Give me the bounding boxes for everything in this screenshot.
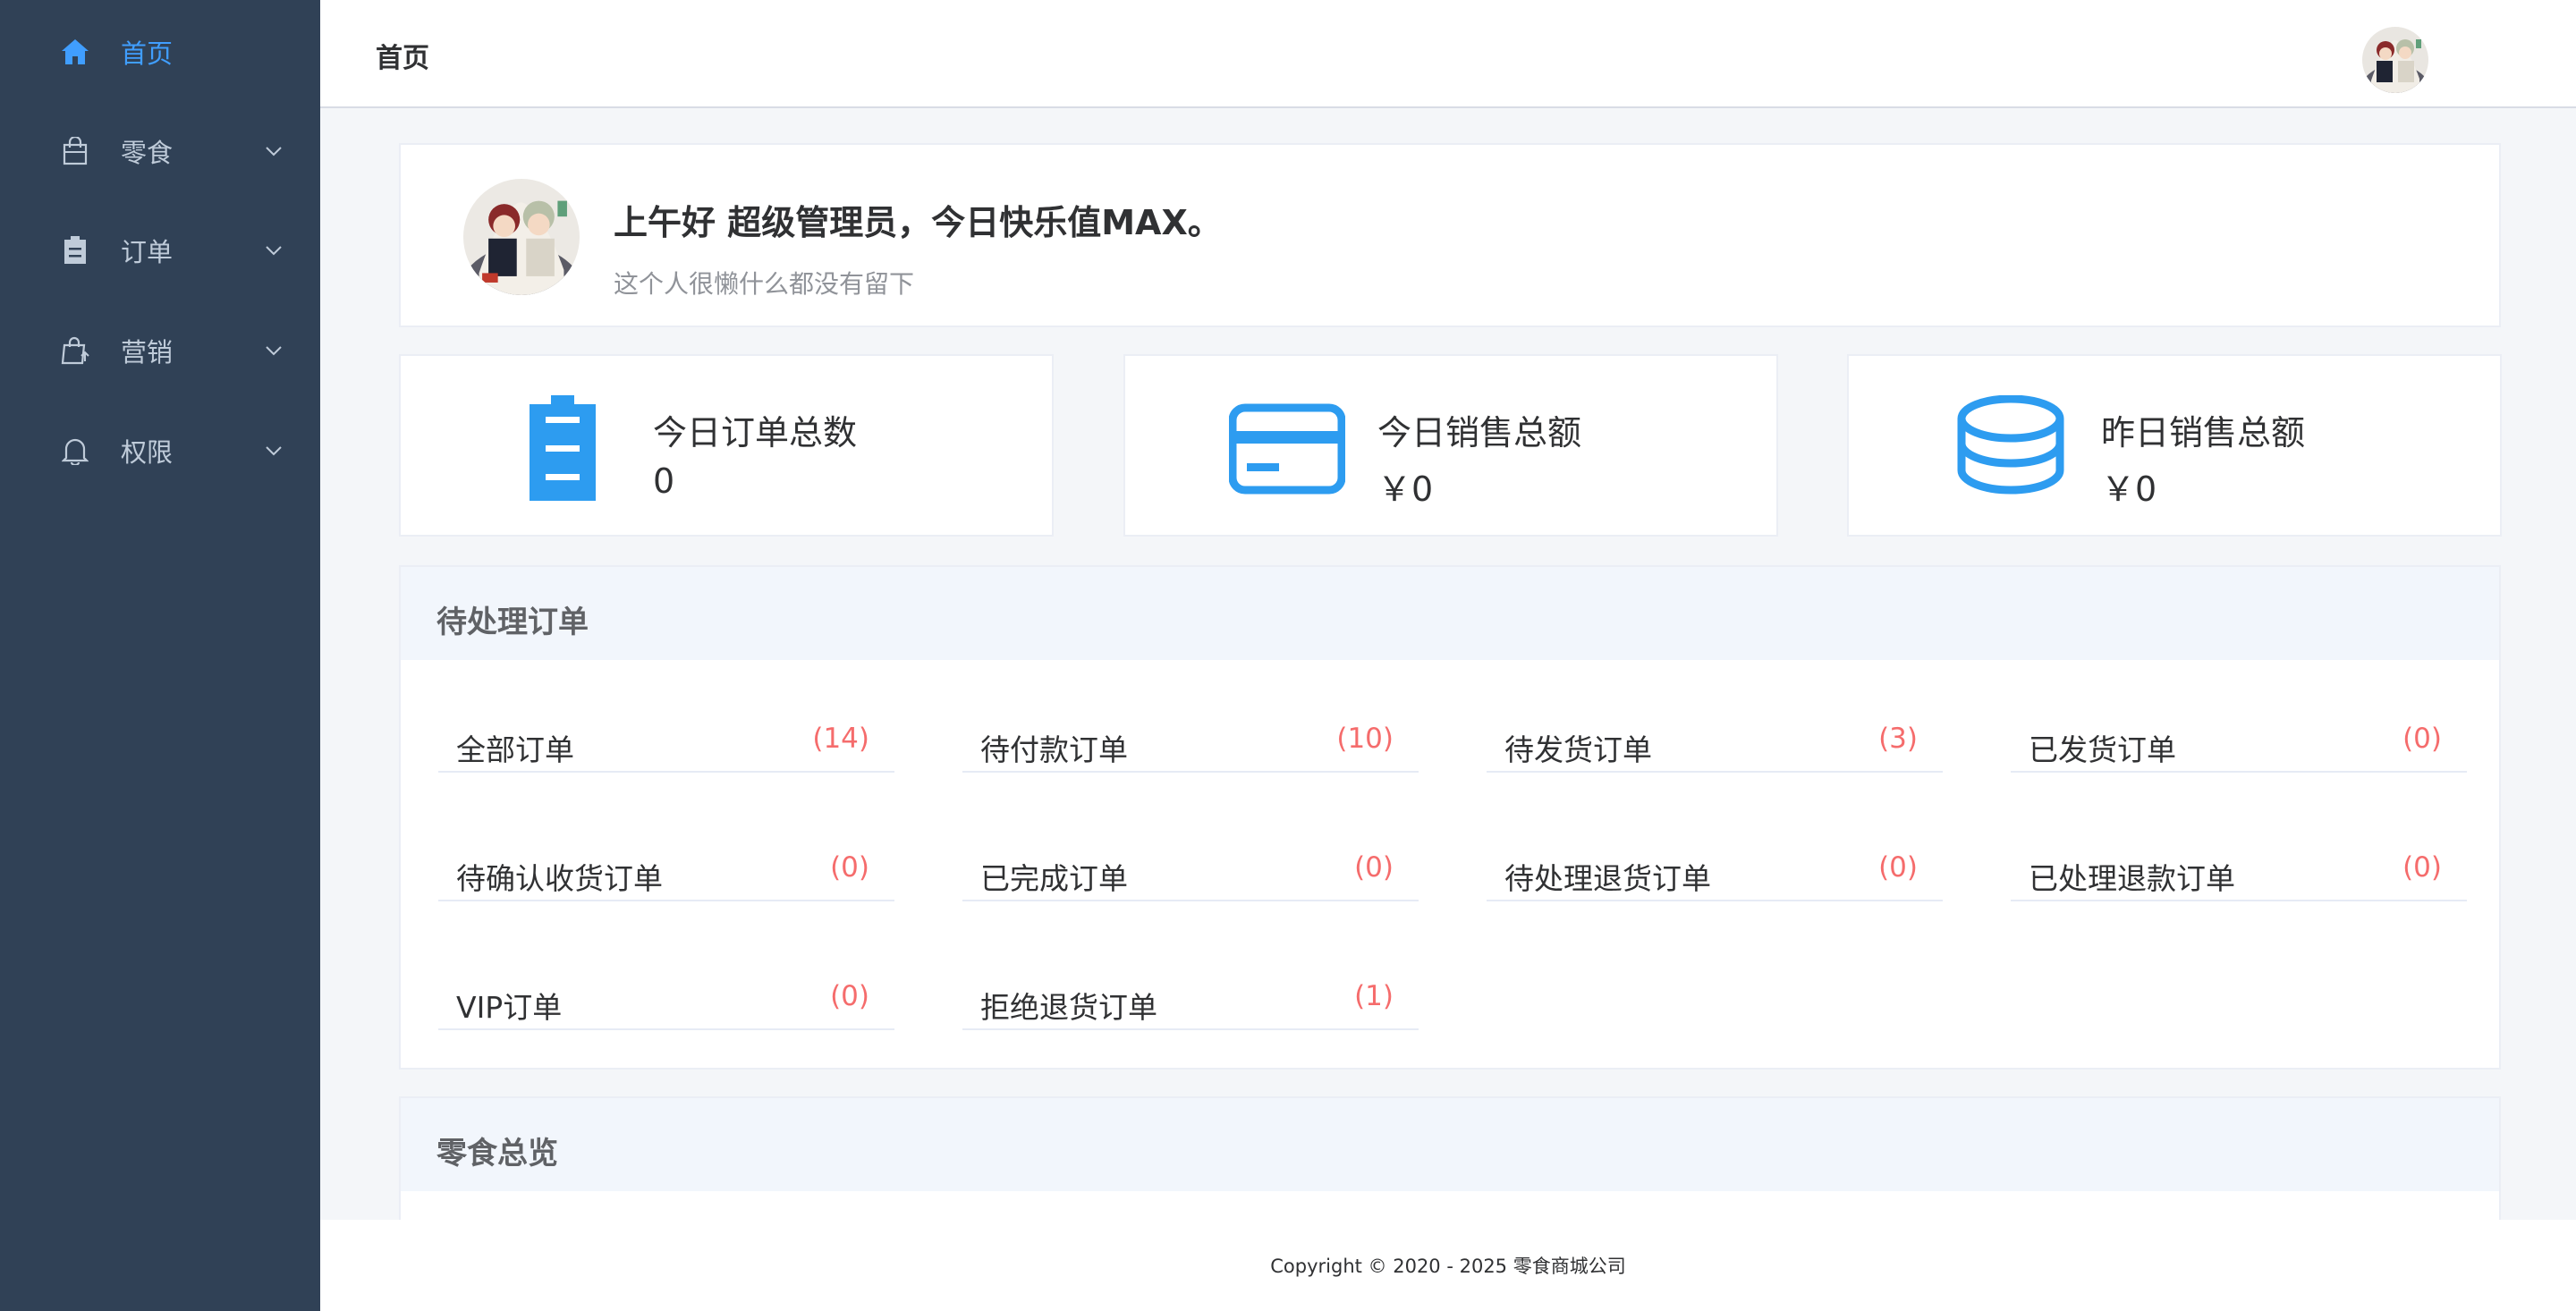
stat-label: 昨日销售总额: [2101, 413, 2306, 453]
chevron-down-icon: [263, 440, 284, 461]
stat-card-today-sales: 今日销售总额 ￥0: [1123, 354, 1778, 537]
order-count: (1): [1354, 980, 1394, 1012]
sidebar: 首页 零食 订单 营销 权限: [0, 0, 320, 1311]
sidebar-item-label: 营销: [121, 337, 174, 368]
order-label: 待发货订单: [1504, 732, 1652, 767]
stat-label: 今日订单总数: [653, 413, 858, 453]
shopping-bag-icon: [57, 133, 93, 169]
order-item-pending-return[interactable]: 待处理退货订单 (0): [1487, 837, 1943, 901]
stat-value: ￥0: [2101, 469, 2157, 509]
order-item-pending-payment[interactable]: 待付款订单 (10): [962, 708, 1419, 773]
top-header: 首页: [320, 0, 2576, 108]
order-count: (0): [1878, 851, 1918, 884]
order-label: 待确认收货订单: [456, 861, 663, 896]
avatar[interactable]: [2362, 27, 2428, 93]
stat-card-yesterday-sales: 昨日销售总额 ￥0: [1847, 354, 2502, 537]
order-label: VIP订单: [456, 990, 563, 1025]
order-item-vip[interactable]: VIP订单 (0): [438, 966, 894, 1030]
sidebar-item-label: 零食: [121, 138, 174, 168]
order-label: 待处理退货订单: [1504, 861, 1711, 896]
panel-header: 待处理订单: [401, 567, 2499, 660]
greeting-text: 上午好 超级管理员，今日快乐值MAX。: [614, 203, 1222, 242]
clipboard-icon: [57, 233, 93, 268]
sidebar-item-marketing[interactable]: 营销: [0, 300, 320, 401]
panel-header: 零食总览: [401, 1098, 2499, 1191]
order-count: (0): [2402, 851, 2442, 884]
chevron-down-icon: [263, 340, 284, 361]
sidebar-item-label: 权限: [121, 437, 174, 468]
sidebar-item-label: 订单: [121, 237, 174, 267]
stat-value: ￥0: [1377, 469, 1434, 509]
order-count: (0): [830, 851, 869, 884]
order-label: 已完成订单: [980, 861, 1128, 896]
order-count: (0): [2402, 723, 2442, 755]
order-item-shipped[interactable]: 已发货订单 (0): [2011, 708, 2467, 773]
home-icon: [57, 34, 93, 70]
panel-title: 待处理订单: [436, 605, 589, 640]
panel-title: 零食总览: [436, 1136, 558, 1171]
order-label: 拒绝退货订单: [980, 990, 1157, 1025]
welcome-card: 上午好 超级管理员，今日快乐值MAX。 这个人很懒什么都没有留下: [399, 143, 2501, 327]
order-label: 待付款订单: [980, 732, 1128, 767]
sidebar-item-label: 首页: [121, 38, 174, 69]
order-item-refund-processed[interactable]: 已处理退款订单 (0): [2011, 837, 2467, 901]
chevron-down-icon: [263, 140, 284, 162]
order-count: (0): [830, 980, 869, 1012]
stat-label: 今日销售总额: [1377, 413, 1582, 453]
footer: Copyright © 2020 - 2025 零食商城公司: [320, 1220, 2576, 1311]
order-label: 已发货订单: [2029, 732, 2176, 767]
sidebar-item-snacks[interactable]: 零食: [0, 101, 320, 201]
credit-card-icon: [1228, 395, 1346, 503]
chevron-down-icon: [263, 240, 284, 261]
coins-stack-icon: [1953, 394, 2069, 503]
stat-value: 0: [653, 461, 675, 501]
user-avatar: [463, 179, 580, 295]
order-label: 全部订单: [456, 732, 574, 767]
order-count: (0): [1354, 851, 1394, 884]
order-count: (3): [1878, 723, 1918, 755]
stat-card-today-orders: 今日订单总数 0: [399, 354, 1054, 537]
order-item-return-rejected[interactable]: 拒绝退货订单 (1): [962, 966, 1419, 1030]
sidebar-item-permissions[interactable]: 权限: [0, 401, 320, 501]
order-count: (14): [812, 723, 869, 755]
user-motto: 这个人很懒什么都没有留下: [614, 269, 915, 299]
order-item-completed[interactable]: 已完成订单 (0): [962, 837, 1419, 901]
order-item-pending-shipment[interactable]: 待发货订单 (3): [1487, 708, 1943, 773]
page-title: 首页: [376, 43, 429, 74]
order-count: (10): [1336, 723, 1394, 755]
order-item-all[interactable]: 全部订单 (14): [438, 708, 894, 773]
sidebar-item-orders[interactable]: 订单: [0, 200, 320, 300]
clipboard-icon: [504, 395, 621, 503]
sidebar-item-home[interactable]: 首页: [0, 2, 320, 102]
order-label: 已处理退款订单: [2029, 861, 2235, 896]
bell-icon: [57, 433, 93, 469]
order-item-pending-receipt[interactable]: 待确认收货订单 (0): [438, 837, 894, 901]
copyright-text: Copyright © 2020 - 2025 零食商城公司: [1270, 1256, 1626, 1277]
promotion-bag-icon: [57, 333, 93, 368]
pending-orders-panel: 待处理订单 全部订单 (14) 待付款订单 (10) 待发货订单 (3) 已发货…: [399, 565, 2501, 1070]
